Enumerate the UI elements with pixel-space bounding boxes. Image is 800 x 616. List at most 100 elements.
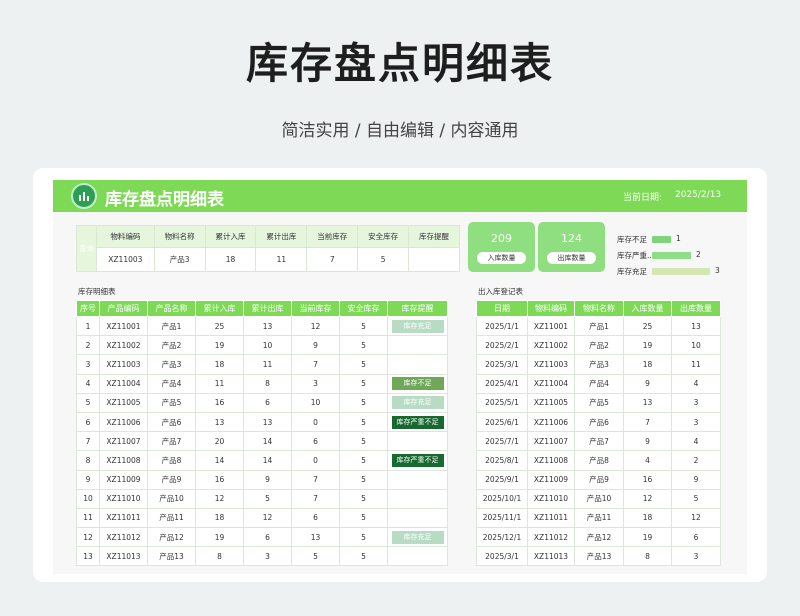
table-cell[interactable]: 19 [195, 335, 244, 356]
table-cell[interactable]: 12 [76, 527, 100, 548]
table-cell[interactable]: 14 [243, 450, 292, 471]
table-cell[interactable]: 12 [291, 315, 340, 337]
query-code-input[interactable]: XZ11003 [96, 247, 155, 272]
table-cell[interactable]: 2025/9/1 [476, 469, 528, 490]
table-cell[interactable]: 6 [76, 411, 100, 433]
table-cell[interactable]: 18 [195, 354, 244, 375]
table-cell[interactable]: 7 [291, 488, 340, 509]
table-cell[interactable]: 6 [291, 431, 340, 452]
table-cell[interactable]: 13 [291, 527, 340, 548]
table-cell[interactable]: 产品8 [574, 450, 624, 471]
table-cell[interactable]: XZ11003 [527, 354, 575, 375]
table-cell[interactable]: XZ11008 [99, 450, 148, 471]
table-cell[interactable]: 13 [195, 411, 244, 433]
stock-alert-cell[interactable]: 库存充足 [387, 527, 448, 548]
table-cell[interactable]: 2 [671, 450, 721, 471]
table-cell[interactable]: 13 [243, 411, 292, 433]
table-cell[interactable]: XZ11006 [527, 411, 575, 433]
table-cell[interactable]: 产品10 [574, 488, 624, 509]
table-cell[interactable]: XZ11012 [99, 527, 148, 548]
table-cell[interactable]: 2025/1/1 [476, 315, 528, 337]
table-cell[interactable]: 5 [76, 392, 100, 413]
table-cell[interactable]: XZ11004 [527, 373, 575, 394]
table-cell[interactable]: 10 [243, 335, 292, 356]
table-cell[interactable]: 产品12 [147, 527, 196, 548]
table-cell[interactable]: 0 [291, 411, 340, 433]
table-cell[interactable]: XZ11005 [527, 392, 575, 413]
table-cell[interactable]: 产品6 [574, 411, 624, 433]
table-cell[interactable]: XZ11007 [99, 431, 148, 452]
table-cell[interactable]: 9 [671, 469, 721, 490]
table-cell[interactable]: XZ11002 [527, 335, 575, 356]
table-cell[interactable]: 3 [671, 411, 721, 433]
table-cell[interactable]: 9 [243, 469, 292, 490]
table-cell[interactable]: 18 [623, 354, 672, 375]
table-cell[interactable]: 2025/7/1 [476, 431, 528, 452]
table-cell[interactable]: XZ11001 [527, 315, 575, 337]
table-cell[interactable]: 0 [291, 450, 340, 471]
table-cell[interactable]: 4 [76, 373, 100, 394]
table-cell[interactable]: 11 [243, 354, 292, 375]
table-cell[interactable]: 4 [671, 373, 721, 394]
table-cell[interactable]: 产品6 [147, 411, 196, 433]
column-header[interactable]: 入库数量 [623, 300, 672, 317]
table-cell[interactable]: 10 [671, 335, 721, 356]
table-cell[interactable]: 11 [195, 373, 244, 394]
table-cell[interactable]: 5 [339, 527, 388, 548]
table-cell[interactable]: 12 [243, 507, 292, 529]
table-cell[interactable]: 5 [339, 488, 388, 509]
table-cell[interactable]: 19 [195, 527, 244, 548]
table-cell[interactable]: 产品1 [574, 315, 624, 337]
table-cell[interactable]: 4 [623, 450, 672, 471]
table-cell[interactable]: XZ11006 [99, 411, 148, 433]
table-cell[interactable]: 产品12 [574, 527, 624, 548]
table-cell[interactable]: 5 [339, 431, 388, 452]
table-cell[interactable]: 7 [291, 469, 340, 490]
table-cell[interactable]: 5 [243, 488, 292, 509]
table-cell[interactable]: 2025/8/1 [476, 450, 528, 471]
table-cell[interactable]: 产品2 [574, 335, 624, 356]
table-cell[interactable]: 产品1 [147, 315, 196, 337]
stock-alert-cell[interactable]: 库存充足 [387, 392, 448, 413]
table-cell[interactable]: 7 [291, 354, 340, 375]
table-cell[interactable]: XZ11011 [99, 507, 148, 529]
table-cell[interactable]: 6 [243, 527, 292, 548]
stock-alert-cell[interactable]: 库存充足 [387, 315, 448, 337]
table-cell[interactable]: 2 [76, 335, 100, 356]
table-cell[interactable]: 产品9 [147, 469, 196, 490]
stock-alert-cell[interactable]: 库存不足 [387, 373, 448, 394]
column-header[interactable]: 物料名称 [574, 300, 624, 317]
table-cell[interactable]: 8 [623, 546, 672, 567]
table-cell[interactable]: 6 [243, 392, 292, 413]
table-cell[interactable]: 10 [291, 392, 340, 413]
table-cell[interactable]: 8 [76, 450, 100, 471]
table-cell[interactable]: 9 [623, 431, 672, 452]
table-cell[interactable]: 产品13 [574, 546, 624, 567]
table-cell[interactable]: 20 [195, 431, 244, 452]
table-cell[interactable]: 产品3 [147, 354, 196, 375]
table-cell[interactable]: 产品2 [147, 335, 196, 356]
table-cell[interactable]: 14 [243, 431, 292, 452]
table-cell[interactable]: 3 [243, 546, 292, 567]
table-cell[interactable]: 产品8 [147, 450, 196, 471]
table-cell[interactable]: XZ11010 [99, 488, 148, 509]
table-cell[interactable]: 产品11 [574, 507, 624, 529]
column-header[interactable]: 累计入库 [195, 300, 244, 317]
table-cell[interactable]: 12 [671, 507, 721, 529]
table-cell[interactable]: 产品3 [574, 354, 624, 375]
stock-alert-cell[interactable] [387, 335, 448, 356]
table-cell[interactable]: XZ11012 [527, 527, 575, 548]
table-cell[interactable]: 13 [671, 315, 721, 337]
table-cell[interactable]: 8 [243, 373, 292, 394]
table-cell[interactable]: 25 [195, 315, 244, 337]
stock-alert-cell[interactable] [387, 488, 448, 509]
table-cell[interactable]: XZ11009 [527, 469, 575, 490]
table-cell[interactable]: 2025/3/1 [476, 546, 528, 567]
table-cell[interactable]: XZ11013 [99, 546, 148, 567]
column-header[interactable]: 序号 [76, 300, 100, 317]
table-cell[interactable]: 9 [76, 469, 100, 490]
table-cell[interactable]: 产品4 [147, 373, 196, 394]
table-cell[interactable]: 16 [195, 469, 244, 490]
date-value[interactable]: 2025/2/13 [675, 190, 721, 200]
table-cell[interactable]: 5 [339, 546, 388, 567]
